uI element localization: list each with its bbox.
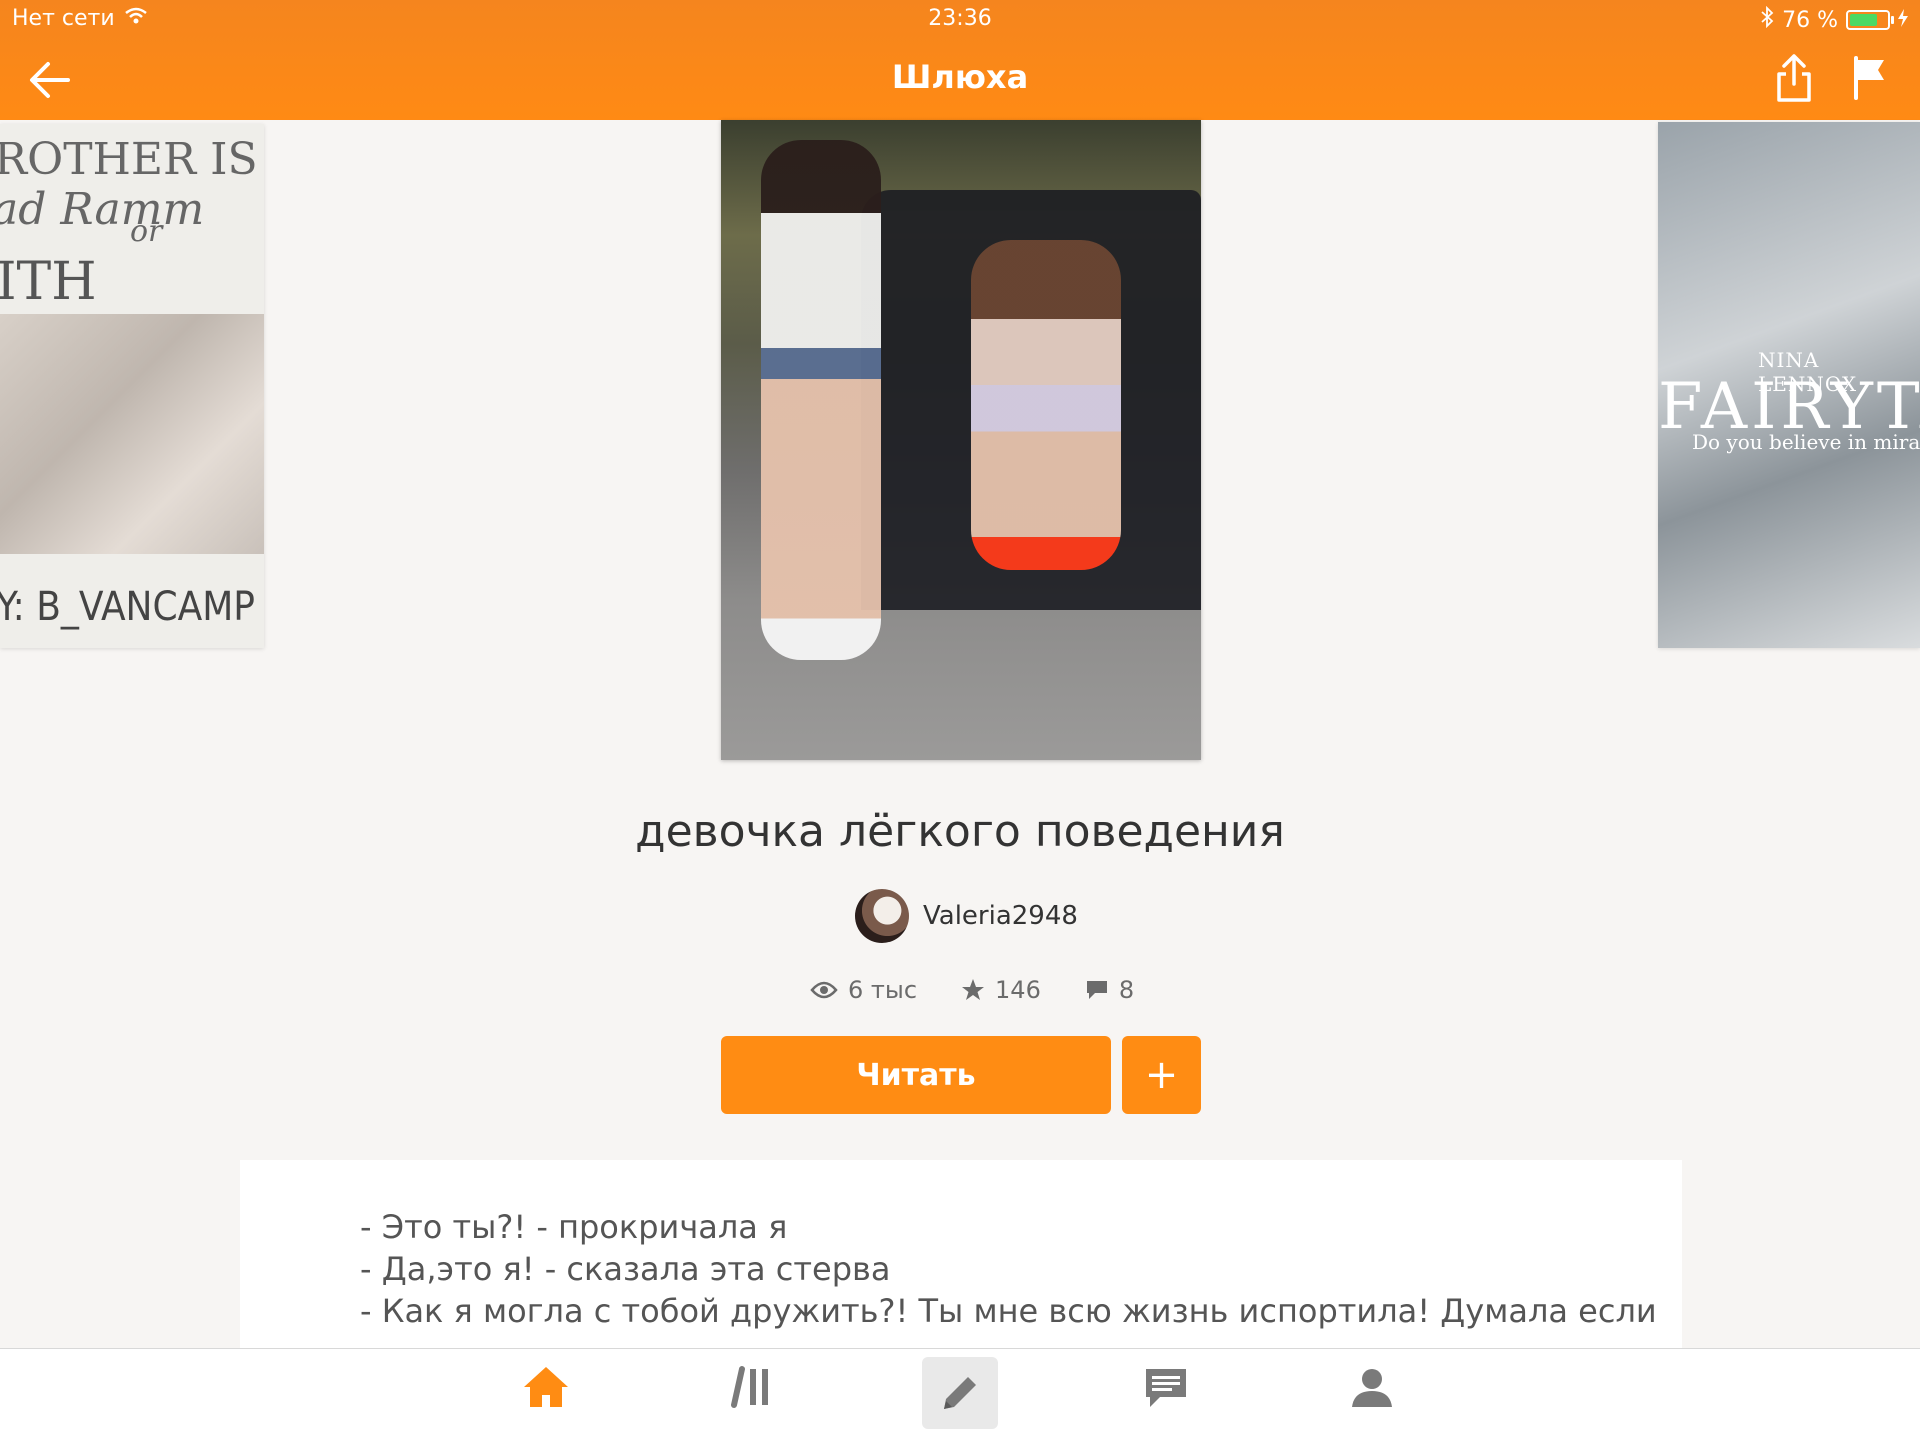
bottom-tab-bar	[0, 1348, 1920, 1441]
messages-icon	[1146, 1369, 1186, 1407]
tab-write[interactable]	[922, 1357, 998, 1429]
navigation-bar: Шлюха	[0, 50, 1920, 110]
flag-icon	[1854, 56, 1884, 100]
cover-next[interactable]: NINA LENNOX FAIRYTA Do you believe in mi…	[1658, 122, 1920, 648]
eye-icon	[810, 981, 838, 999]
book-title: девочка лёгкого поведения	[635, 806, 1285, 857]
tab-home[interactable]	[508, 1349, 584, 1425]
battery-percent: 76 %	[1782, 7, 1838, 33]
cover-previous[interactable]: ROTHER IS ad Ramm or ITH MBAND Y: B_VANC…	[0, 124, 264, 648]
cover-text: Do you believe in mirac	[1692, 430, 1920, 454]
star-icon	[962, 979, 985, 1000]
comments-count: 8	[1118, 976, 1135, 1004]
votes-stat: 146	[961, 976, 1041, 1004]
tab-messages[interactable]	[1128, 1349, 1204, 1425]
author-name[interactable]: Valeria2948	[923, 901, 1078, 931]
tab-library[interactable]	[716, 1349, 792, 1425]
cover-photo	[0, 314, 264, 554]
report-button[interactable]	[1850, 54, 1890, 102]
tab-profile[interactable]	[1334, 1349, 1410, 1425]
status-time: 23:36	[928, 6, 992, 31]
library-icon	[731, 1366, 768, 1408]
add-to-library-button[interactable]: +	[1122, 1036, 1201, 1114]
comment-icon	[1086, 981, 1107, 999]
excerpt-line: - Да,это я! - сказала эта стерва	[360, 1250, 891, 1288]
share-button[interactable]	[1774, 52, 1814, 104]
comments-stat: 8	[1085, 976, 1134, 1004]
read-button[interactable]: Читать	[721, 1036, 1111, 1114]
battery-icon	[1846, 10, 1894, 30]
status-right: 76 %	[1760, 5, 1908, 34]
cover-text: Y: B_VANCAMP	[0, 584, 255, 630]
bluetooth-icon	[1760, 5, 1774, 34]
cover-text: or	[130, 214, 163, 249]
avatar[interactable]	[855, 889, 909, 943]
profile-icon	[1352, 1369, 1392, 1407]
views-stat: 6 тыс	[810, 976, 917, 1004]
author-link[interactable]: Valeria2948	[855, 888, 1078, 944]
cover-image-figure	[971, 240, 1121, 570]
story-excerpt: - Это ты?! - прокричала я - Да,это я! - …	[240, 1160, 1682, 1350]
cover-text: ROTHER IS	[0, 134, 258, 185]
cover-text: ad Ramm	[0, 184, 204, 235]
charging-icon	[1898, 8, 1908, 33]
top-bar: Нет сети 23:36 76 % Шлюха	[0, 0, 1920, 120]
battery-fill	[1850, 14, 1877, 26]
excerpt-line: - Как я могла с тобой дружить?! Ты мне в…	[360, 1292, 1657, 1330]
cover-text: ad Ramm	[0, 184, 205, 235]
share-icon	[1777, 54, 1811, 102]
views-count: 6 тыс	[848, 976, 918, 1004]
page-title: Шлюха	[891, 58, 1029, 96]
excerpt-line: - Это ты?! - прокричала я	[360, 1208, 788, 1246]
cover-image-figure	[761, 140, 881, 660]
votes-count: 146	[995, 976, 1041, 1004]
home-icon	[524, 1367, 568, 1407]
book-cover[interactable]	[721, 120, 1201, 760]
story-stats: 6 тыс 146 8	[810, 976, 1134, 1004]
pencil-icon	[944, 1377, 976, 1409]
